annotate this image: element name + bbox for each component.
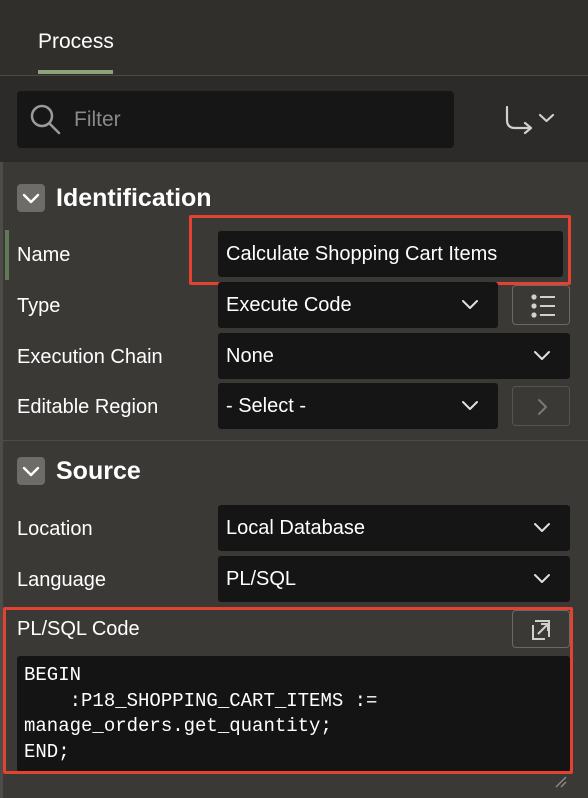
tab-process[interactable]: Process: [38, 30, 114, 54]
identification-collapse-toggle[interactable]: [17, 184, 45, 212]
language-label: Language: [17, 569, 106, 591]
section-title-source: Source: [56, 457, 141, 485]
location-value: Local Database: [226, 517, 365, 539]
editable-region-label: Editable Region: [17, 396, 159, 418]
highlight-box-code: [3, 607, 573, 774]
chevron-down-icon: [534, 351, 550, 360]
chevron-down-icon: [462, 401, 478, 410]
resize-handle-icon[interactable]: [553, 774, 567, 788]
section-title-identification: Identification: [56, 184, 212, 212]
chevron-down-icon: [462, 300, 478, 309]
chevron-down-icon: [534, 523, 550, 532]
highlight-box-name: [189, 215, 571, 285]
list-icon: [531, 294, 555, 318]
chevron-down-icon: [534, 574, 550, 583]
type-label: Type: [17, 295, 61, 317]
code-list-button[interactable]: [512, 285, 570, 325]
execution-chain-label: Execution Chain: [17, 346, 163, 368]
chevron-down-icon: [22, 193, 40, 204]
location-label: Location: [17, 518, 93, 540]
search-icon: [30, 104, 61, 135]
divider: [0, 440, 588, 441]
go-to-region-button[interactable]: [512, 386, 570, 426]
chevron-down-icon: [22, 466, 40, 477]
execution-chain-value: None: [226, 345, 274, 367]
language-value: PL/SQL: [226, 568, 297, 590]
route-menu-icon[interactable]: [500, 104, 560, 136]
name-label: Name: [17, 244, 71, 266]
active-tab-indicator: [38, 70, 113, 74]
active-field-indicator: [5, 230, 9, 280]
filter-placeholder: Filter: [74, 108, 121, 131]
source-collapse-toggle[interactable]: [17, 457, 45, 485]
chevron-right-icon: [538, 399, 547, 415]
type-value: Execute Code: [226, 294, 352, 316]
editable-region-value: - Select -: [226, 395, 307, 417]
